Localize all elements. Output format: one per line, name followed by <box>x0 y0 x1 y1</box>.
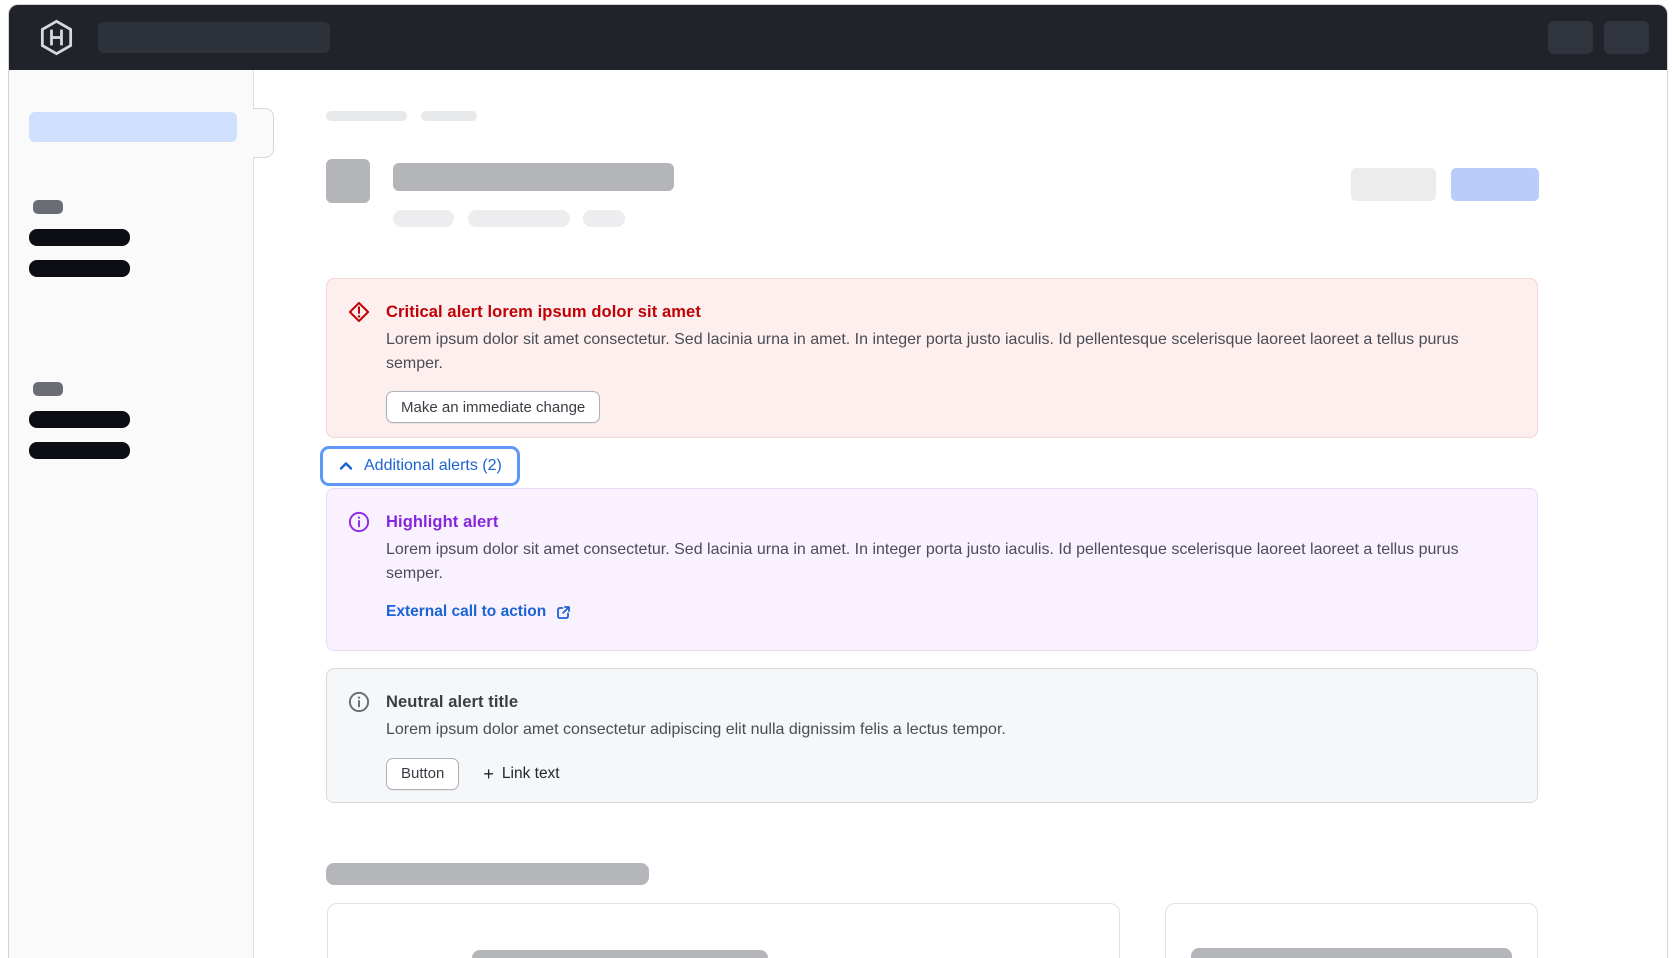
page-icon-skeleton <box>326 159 370 203</box>
sidebar-section-label-skeleton <box>33 382 63 396</box>
secondary-action-skeleton[interactable] <box>1351 168 1436 201</box>
card-content-skeleton <box>1191 948 1512 958</box>
highlight-alert-description: Lorem ipsum dolor sit amet consectetur. … <box>386 538 1513 585</box>
external-link-label: External call to action <box>386 603 546 621</box>
page-meta-skeleton <box>583 210 625 227</box>
neutral-alert-content: Neutral alert title Lorem ipsum dolor am… <box>386 690 1513 802</box>
content-card <box>327 903 1120 958</box>
info-circle-icon <box>347 510 371 534</box>
sidebar-section-label-skeleton <box>33 200 63 214</box>
navbar-action-placeholder[interactable] <box>1548 21 1593 54</box>
neutral-alert-link[interactable]: + Link text <box>483 765 559 783</box>
sidebar-item-skeleton[interactable] <box>29 260 130 277</box>
neutral-alert-banner: Neutral alert title Lorem ipsum dolor am… <box>326 668 1538 803</box>
critical-alert-content: Critical alert lorem ipsum dolor sit ame… <box>386 300 1513 437</box>
page-meta-skeleton <box>393 210 454 227</box>
top-navbar <box>9 5 1667 70</box>
sidebar <box>9 70 254 958</box>
neutral-alert-link-label: Link text <box>502 765 560 783</box>
plus-icon: + <box>483 765 494 783</box>
additional-alerts-toggle[interactable]: Additional alerts (2) <box>320 446 520 486</box>
section-title-skeleton <box>326 863 649 885</box>
sidebar-item-skeleton[interactable] <box>29 442 130 459</box>
breadcrumb-skeleton <box>421 111 477 121</box>
main-content: Critical alert lorem ipsum dolor sit ame… <box>254 70 1667 958</box>
sidebar-item-skeleton[interactable] <box>29 229 130 246</box>
critical-alert-description: Lorem ipsum dolor sit amet consectetur. … <box>386 328 1513 375</box>
highlight-alert-title: Highlight alert <box>386 510 1513 534</box>
sidebar-active-item-skeleton[interactable] <box>29 112 237 142</box>
neutral-alert-actions: Button + Link text <box>386 742 1513 790</box>
search-input[interactable] <box>98 22 330 53</box>
neutral-alert-title: Neutral alert title <box>386 690 1513 714</box>
app-body: Critical alert lorem ipsum dolor sit ame… <box>9 70 1667 958</box>
primary-action-skeleton[interactable] <box>1451 168 1539 201</box>
card-content-skeleton <box>472 950 768 958</box>
navbar-action-placeholder[interactable] <box>1604 21 1649 54</box>
content-card <box>1165 903 1538 958</box>
additional-alerts-toggle-label: Additional alerts (2) <box>364 457 502 475</box>
chevron-up-icon <box>338 458 354 474</box>
breadcrumb-skeleton <box>326 111 407 121</box>
sidebar-collapse-handle[interactable] <box>253 108 274 158</box>
critical-alert-action-button[interactable]: Make an immediate change <box>386 391 600 423</box>
external-link-icon <box>555 604 572 621</box>
neutral-alert-description: Lorem ipsum dolor amet consectetur adipi… <box>386 718 1513 742</box>
external-call-to-action-link[interactable]: External call to action <box>386 603 572 621</box>
neutral-alert-button[interactable]: Button <box>386 758 459 790</box>
page-title-skeleton <box>393 163 674 191</box>
hashicorp-logo[interactable] <box>38 19 75 56</box>
highlight-alert-banner: Highlight alert Lorem ipsum dolor sit am… <box>326 488 1538 651</box>
critical-alert-banner: Critical alert lorem ipsum dolor sit ame… <box>326 278 1538 438</box>
info-circle-icon <box>347 690 371 714</box>
critical-alert-title: Critical alert lorem ipsum dolor sit ame… <box>386 300 1513 324</box>
page-meta-skeleton <box>468 210 570 227</box>
alert-diamond-icon <box>347 300 371 324</box>
highlight-alert-content: Highlight alert Lorem ipsum dolor sit am… <box>386 510 1513 650</box>
sidebar-item-skeleton[interactable] <box>29 411 130 428</box>
app-window: Critical alert lorem ipsum dolor sit ame… <box>8 4 1668 958</box>
